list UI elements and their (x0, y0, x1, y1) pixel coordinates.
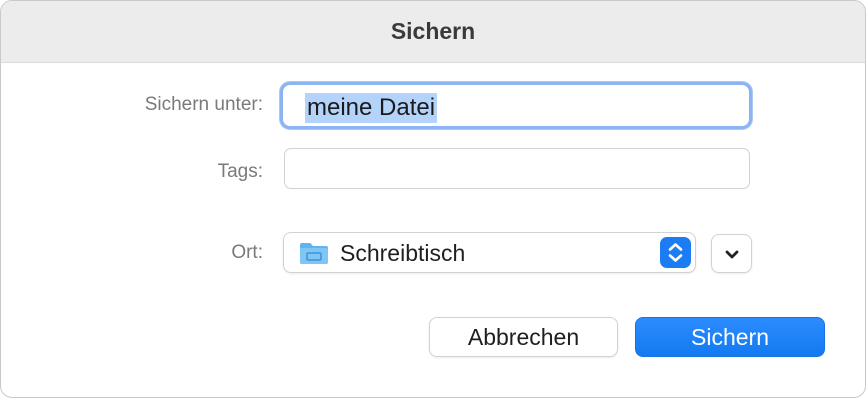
expand-dialog-button[interactable] (711, 234, 752, 273)
cancel-button[interactable]: Abbrechen (429, 317, 618, 357)
save-as-input[interactable]: meine Datei (280, 82, 752, 129)
tags-label: Tags: (217, 161, 263, 182)
location-value: Schreibtisch (340, 240, 466, 266)
location-select[interactable]: Schreibtisch (283, 232, 696, 273)
save-button[interactable]: Sichern (635, 317, 825, 357)
location-label: Ort: (231, 242, 263, 263)
tags-input[interactable] (284, 148, 750, 189)
dialog-titlebar: Sichern (1, 1, 865, 63)
save-as-label: Sichern unter: (144, 94, 263, 115)
updown-chevron-icon[interactable] (660, 237, 691, 268)
folder-icon (299, 241, 329, 265)
chevron-down-icon (723, 246, 741, 267)
dialog-title: Sichern (390, 18, 476, 44)
save-as-value: meine Datei (305, 93, 438, 123)
save-dialog: Sichern Sichern unter: meine Datei Tags:… (0, 0, 866, 398)
